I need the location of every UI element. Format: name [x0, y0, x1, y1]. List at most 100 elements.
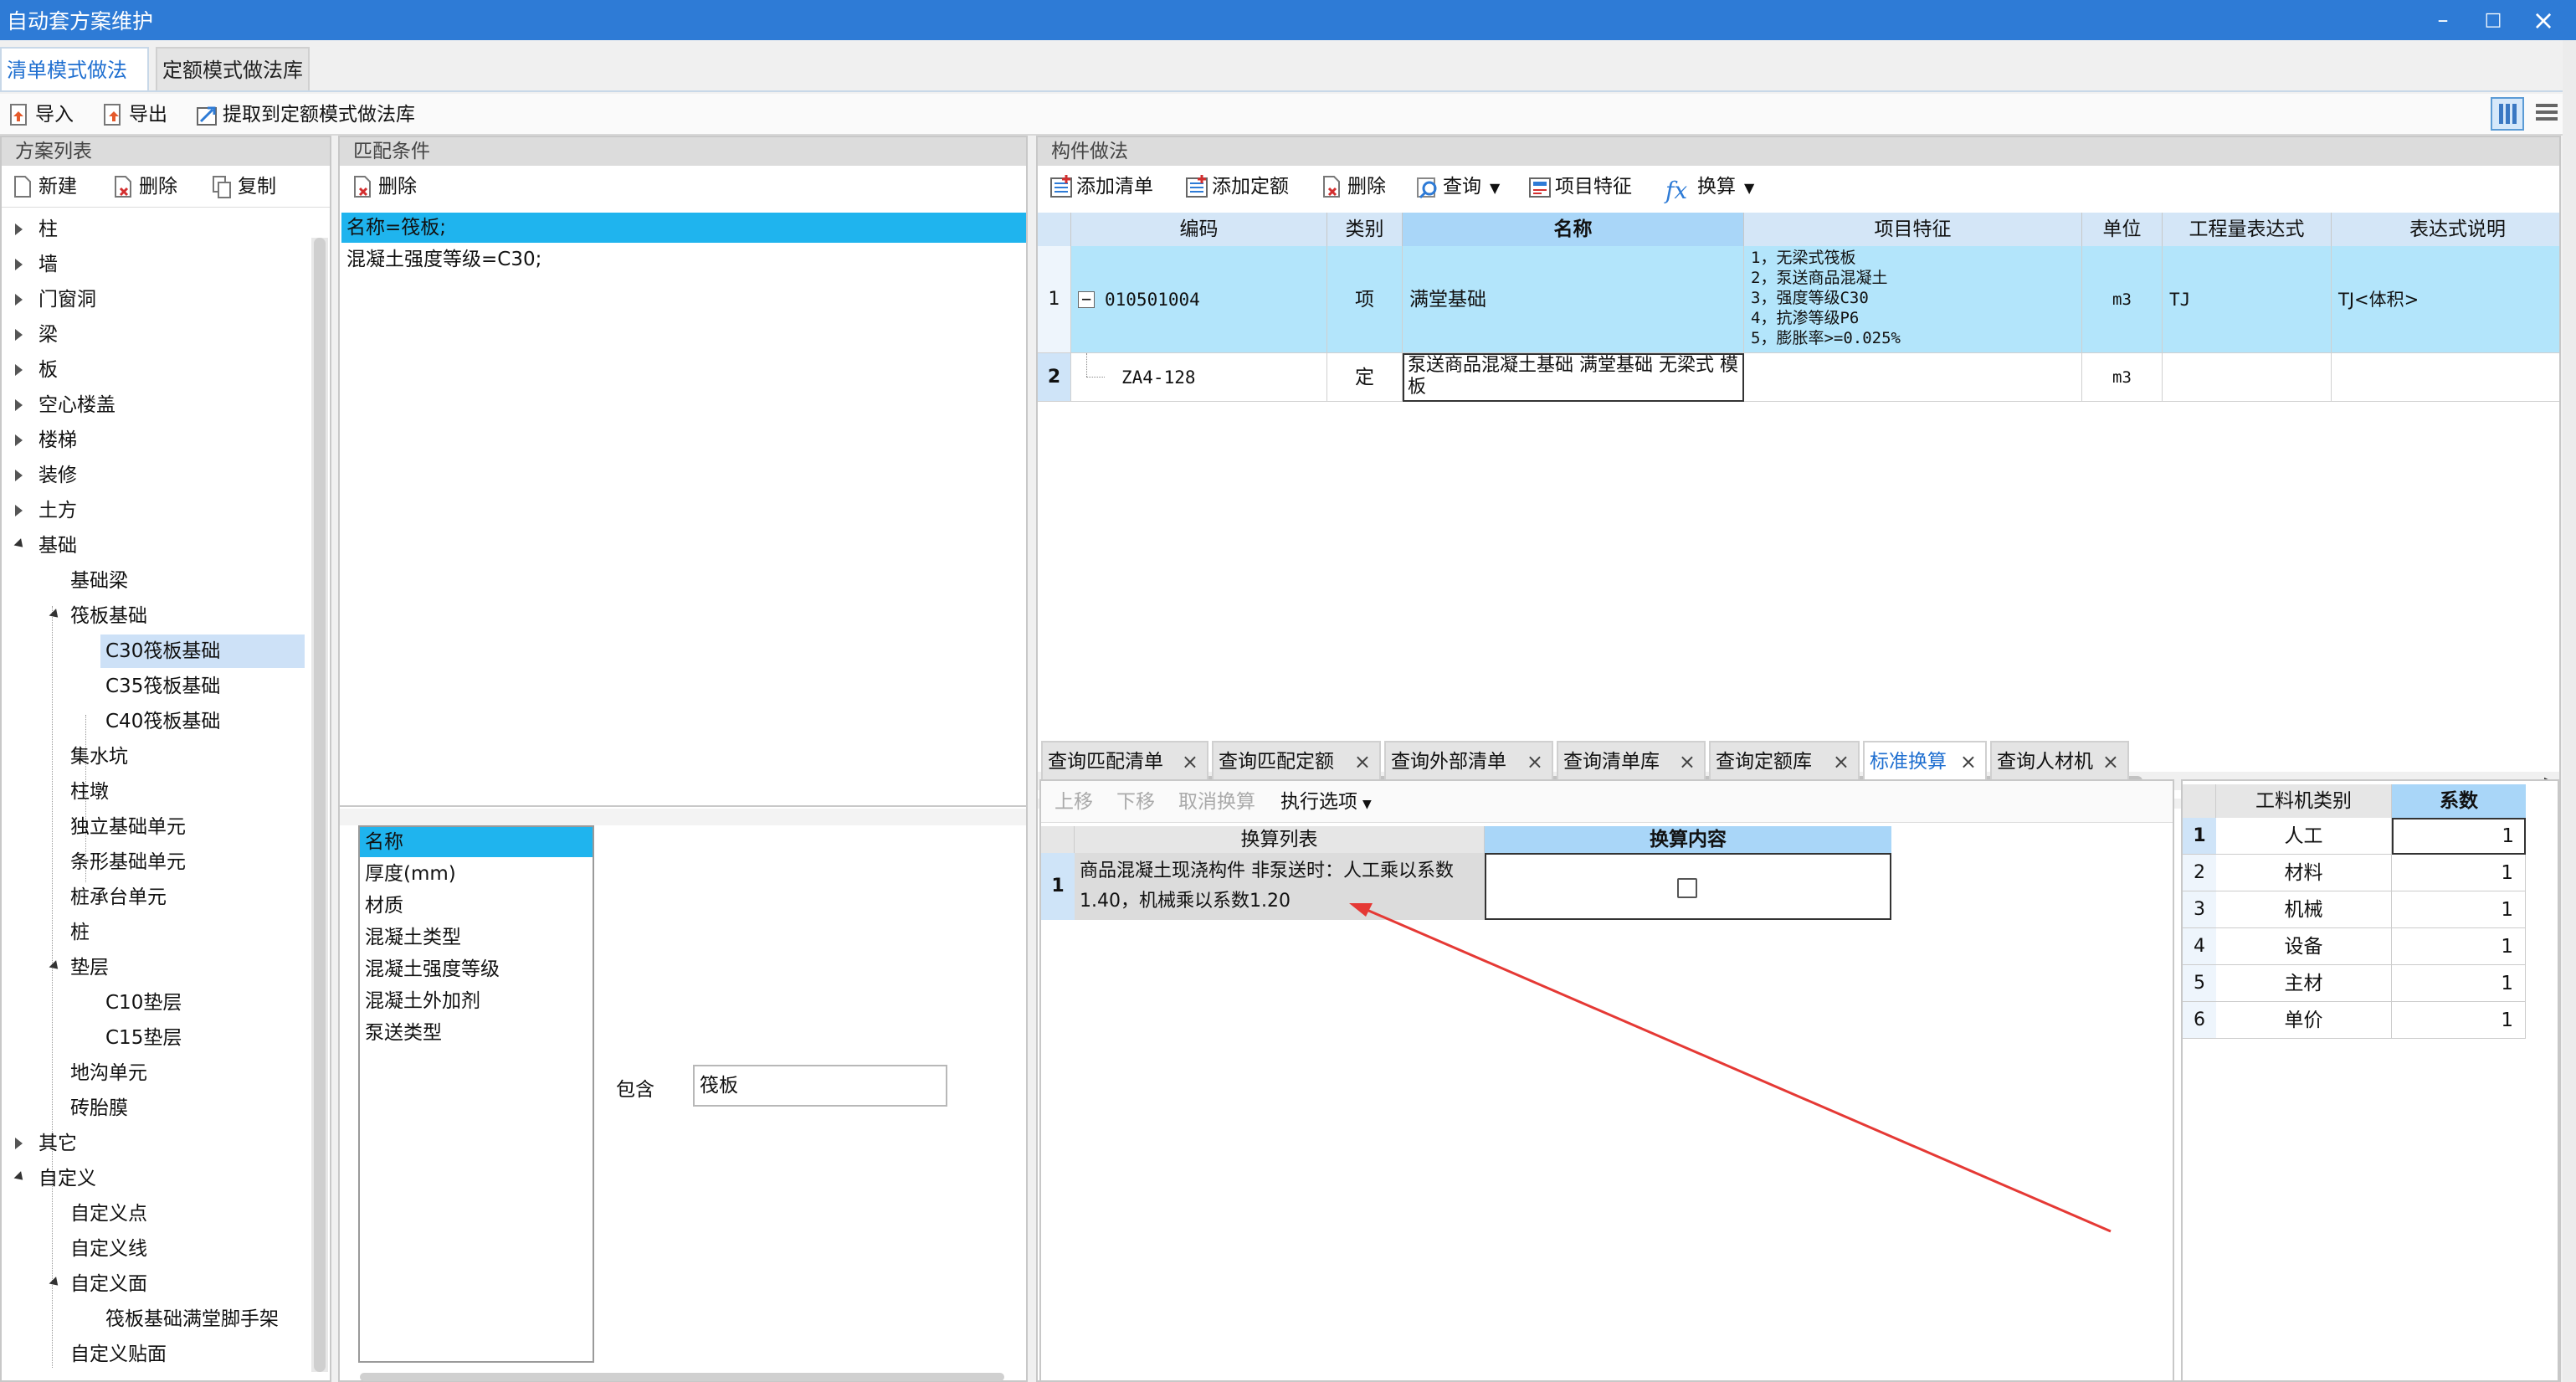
tree-node-strip-footing[interactable]: 条形基础单元 — [70, 845, 186, 879]
col-header-code[interactable]: 编码 — [1071, 213, 1327, 246]
cell-coefficient[interactable]: 1 — [2392, 855, 2526, 891]
col-header-feature[interactable]: 项目特征 — [1744, 213, 2082, 246]
tree-node-foundation-beam[interactable]: 基础梁 — [70, 564, 128, 598]
tree-node-earthwork[interactable]: 土方 — [15, 494, 77, 527]
delete-method-button[interactable]: 删除 — [1321, 171, 1386, 203]
maximize-button[interactable]: □ — [2474, 3, 2512, 37]
table-row[interactable]: 2 ZA4-128 定 泵送商品混凝土基础 满堂基础 无梁式 模板 m3 — [1038, 353, 2559, 402]
collapse-arrow-icon[interactable] — [13, 538, 27, 551]
tab-query-quota-library[interactable]: 查询定额库 × — [1709, 741, 1860, 779]
tree-node-hollow-floor[interactable]: 空心楼盖 — [15, 388, 115, 422]
table-row[interactable]: 1 − 010501004 项 满堂基础 1，无梁式筏板 2，泵送商品混凝土 3… — [1038, 246, 2559, 353]
tree-node-decoration[interactable]: 装修 — [15, 459, 77, 492]
attribute-item[interactable]: 混凝土外加剂 — [360, 986, 593, 1016]
tree-node-beam[interactable]: 梁 — [15, 318, 58, 352]
tab-query-list-library[interactable]: 查询清单库 × — [1557, 741, 1706, 779]
cell-category[interactable]: 单价 — [2216, 1002, 2392, 1039]
tab-query-labor-material-machine[interactable]: 查询人材机 × — [1990, 741, 2129, 779]
close-icon[interactable]: × — [1354, 742, 1371, 781]
col-header-unit[interactable]: 单位 — [2082, 213, 2163, 246]
cell-expression-desc[interactable] — [2332, 353, 2559, 402]
scrollbar-thumb[interactable] — [314, 238, 326, 1372]
tab-query-matching-list[interactable]: 查询匹配清单 × — [1041, 741, 1208, 779]
delete-condition-button[interactable]: 删除 — [352, 171, 417, 203]
tree-node-sump-pit[interactable]: 集水坑 — [70, 740, 128, 773]
condition-row-concrete-grade[interactable]: 混凝土强度等级=C30; — [341, 244, 1026, 275]
window-vertical-scrollbar[interactable] — [2563, 40, 2576, 1382]
col-header-name[interactable]: 名称 — [1403, 213, 1744, 246]
close-icon[interactable]: × — [1833, 742, 1850, 781]
collapse-arrow-icon[interactable] — [49, 609, 62, 621]
expand-arrow-icon[interactable] — [15, 505, 23, 516]
close-icon[interactable]: × — [1527, 742, 1543, 781]
expand-arrow-icon[interactable] — [15, 364, 23, 376]
delete-scheme-button[interactable]: 删除 — [112, 171, 177, 203]
tab-quota-mode-library[interactable]: 定额模式做法库 — [156, 47, 310, 90]
collapse-arrow-icon[interactable] — [13, 1171, 27, 1184]
cell-unit[interactable]: m3 — [2082, 246, 2163, 353]
tree-node-c30-raft-foundation[interactable]: C30筏板基础 — [100, 634, 305, 668]
query-dropdown-button[interactable]: 查询 ▼ — [1416, 171, 1500, 203]
cell-coefficient[interactable]: 1 — [2392, 928, 2526, 965]
close-button[interactable]: × — [2524, 3, 2563, 37]
attribute-item[interactable]: 厚度(mm) — [360, 859, 593, 889]
col-header-coefficient[interactable]: 系数 — [2392, 784, 2526, 818]
tree-node-door-window-opening[interactable]: 门窗洞 — [15, 283, 96, 316]
close-icon[interactable]: × — [2102, 742, 2119, 781]
expand-arrow-icon[interactable] — [15, 434, 23, 446]
cell-feature[interactable] — [1744, 353, 2082, 402]
new-scheme-button[interactable]: 新建 — [12, 171, 77, 203]
close-icon[interactable]: × — [1182, 742, 1198, 781]
list-view-icon[interactable] — [2531, 97, 2564, 131]
collapse-arrow-icon[interactable] — [49, 1277, 62, 1289]
tree-node-custom-point[interactable]: 自定义点 — [70, 1197, 147, 1230]
tab-standard-conversion[interactable]: 标准换算 × — [1863, 741, 1987, 779]
cell-category[interactable]: 材料 — [2216, 855, 2392, 891]
cell-code[interactable]: ZA4-128 — [1071, 353, 1327, 402]
add-quota-button[interactable]: 添加定额 — [1185, 171, 1289, 203]
contains-input[interactable]: 筏板 — [693, 1065, 947, 1107]
tree-node-c35-raft-foundation[interactable]: C35筏板基础 — [105, 670, 220, 703]
tree-node-c40-raft-foundation[interactable]: C40筏板基础 — [105, 705, 220, 738]
cell-category[interactable]: 机械 — [2216, 891, 2392, 928]
tree-node-cushion[interactable]: 垫层 — [49, 951, 109, 984]
expand-arrow-icon[interactable] — [15, 259, 23, 270]
cell-coefficient[interactable]: 1 — [2392, 1002, 2526, 1039]
cell-coefficient[interactable]: 1 — [2392, 965, 2526, 1002]
tree-node-custom-surface[interactable]: 自定义面 — [49, 1267, 147, 1301]
expand-arrow-icon[interactable] — [15, 294, 23, 306]
attribute-item[interactable]: 名称 — [360, 827, 593, 857]
expand-arrow-icon[interactable] — [15, 223, 23, 235]
tab-list-mode-library[interactable]: 清单模式做法库 — [0, 47, 149, 126]
attribute-item[interactable]: 混凝土类型 — [360, 922, 593, 953]
tree-node-trench[interactable]: 地沟单元 — [70, 1056, 147, 1090]
collapse-arrow-icon[interactable] — [49, 960, 62, 973]
horizontal-scrollbar[interactable] — [360, 1373, 1004, 1381]
minimize-button[interactable]: – — [2424, 3, 2462, 37]
cell-unit[interactable]: m3 — [2082, 353, 2163, 402]
cell-coefficient[interactable]: 1 — [2392, 818, 2526, 855]
condition-row-name[interactable]: 名称=筏板; — [341, 213, 1026, 243]
tab-query-matching-quota[interactable]: 查询匹配定额 × — [1212, 741, 1381, 779]
tree-node-custom-line[interactable]: 自定义线 — [70, 1232, 147, 1266]
cell-feature[interactable]: 1，无梁式筏板 2，泵送商品混凝土 3，强度等级C30 4，抗渗等级P6 5，膨… — [1744, 246, 2082, 353]
cell-name-editing[interactable]: 泵送商品混凝土基础 满堂基础 无梁式 模板 — [1403, 353, 1744, 402]
cell-category[interactable]: 设备 — [2216, 928, 2392, 965]
close-icon[interactable]: × — [1960, 742, 1977, 781]
cell-expression[interactable]: TJ — [2163, 246, 2332, 353]
import-button[interactable]: 导入 — [8, 99, 74, 131]
cell-category[interactable]: 人工 — [2216, 818, 2392, 855]
col-header-expression[interactable]: 工程量表达式 — [2163, 213, 2332, 246]
tree-node-other[interactable]: 其它 — [15, 1127, 77, 1160]
attribute-item[interactable]: 混凝土强度等级 — [360, 954, 593, 984]
cell-coefficient[interactable]: 1 — [2392, 891, 2526, 928]
col-header-type[interactable]: 类别 — [1327, 213, 1403, 246]
cell-expression[interactable] — [2163, 353, 2332, 402]
tree-node-pile[interactable]: 桩 — [70, 916, 90, 949]
expand-arrow-icon[interactable] — [15, 470, 23, 481]
extract-to-quota-button[interactable]: 提取到定额模式做法库 — [196, 99, 415, 131]
tree-node-wall[interactable]: 墙 — [15, 248, 58, 281]
close-icon[interactable]: × — [1679, 742, 1696, 781]
add-list-button[interactable]: 添加清单 — [1049, 171, 1153, 203]
tree-node-raft-scaffold[interactable]: 筏板基础满堂脚手架 — [105, 1302, 279, 1336]
